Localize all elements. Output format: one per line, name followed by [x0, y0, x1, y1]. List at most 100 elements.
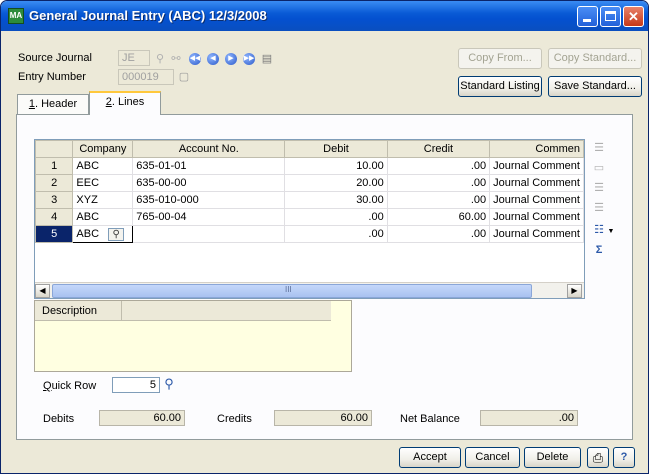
chevron-down-icon[interactable]: ▼: [607, 225, 615, 239]
comment-cell[interactable]: Journal Comment: [489, 157, 584, 175]
horizontal-scrollbar[interactable]: ◀ III ▶: [35, 282, 584, 298]
debit-cell[interactable]: 10.00: [284, 157, 388, 175]
description-box[interactable]: Description: [34, 300, 352, 372]
link-icon[interactable]: ⚯: [169, 52, 183, 66]
company-cell[interactable]: ABC: [72, 157, 134, 175]
move-down-icon[interactable]: ☰: [592, 201, 606, 215]
credits-total: 60.00: [274, 410, 372, 426]
insert-row-icon[interactable]: ☰: [592, 141, 606, 155]
comment-cell[interactable]: Journal Comment: [489, 191, 584, 209]
entry-number-label: Entry Number: [18, 71, 86, 83]
tab-header[interactable]: 1. Header: [17, 94, 89, 114]
lines-grid[interactable]: Company Account No. Debit Credit Commen …: [34, 139, 585, 299]
maximize-icon: [605, 11, 616, 21]
previous-record-icon[interactable]: ◀: [207, 53, 219, 65]
table-row[interactable]: 2 EEC 635-00-00 20.00 .00 Journal Commen…: [35, 174, 584, 192]
account-cell[interactable]: [132, 225, 286, 243]
credit-cell[interactable]: .00: [386, 225, 491, 243]
lookup-icon[interactable]: ⚲: [153, 52, 167, 66]
help-icon: ?: [620, 451, 628, 463]
net-balance-total: .00: [480, 410, 578, 426]
debit-cell[interactable]: 20.00: [284, 174, 388, 192]
calendar-icon[interactable]: ▤: [260, 52, 274, 66]
move-up-icon[interactable]: ☰: [592, 181, 606, 195]
scroll-right-icon[interactable]: ▶: [567, 284, 582, 298]
maximize-button[interactable]: [600, 6, 621, 27]
row-number[interactable]: 3: [35, 191, 74, 209]
credit-cell[interactable]: .00: [386, 174, 491, 192]
title-bar[interactable]: MA General Journal Entry (ABC) 12/3/2008…: [1, 1, 648, 31]
account-cell[interactable]: 765-00-04: [132, 208, 286, 226]
printer-icon: ⎙: [592, 450, 604, 465]
quick-row-field[interactable]: 5: [112, 377, 160, 393]
standard-listing-button[interactable]: Standard Listing: [458, 76, 542, 97]
minimize-icon: [583, 19, 591, 22]
credit-column-header[interactable]: Credit: [386, 140, 491, 158]
comment-cell[interactable]: Journal Comment: [489, 208, 584, 226]
save-standard-button[interactable]: Save Standard...: [548, 76, 642, 97]
quick-row-search-icon[interactable]: ⚲: [162, 377, 176, 391]
scroll-thumb[interactable]: III: [52, 284, 532, 298]
table-row-selected[interactable]: 5 ABC ⚲ .00 .00 Journal Comment: [35, 225, 584, 243]
close-button[interactable]: ✕: [623, 6, 644, 27]
debit-cell[interactable]: .00: [284, 225, 388, 243]
tab-lines[interactable]: 2. Lines: [89, 91, 161, 115]
company-cell[interactable]: XYZ: [72, 191, 134, 209]
quick-row-label: Quick Row: [43, 380, 97, 392]
source-journal-label: Source Journal: [18, 52, 92, 64]
table-row[interactable]: 1 ABC 635-01-01 10.00 .00 Journal Commen…: [35, 157, 584, 175]
table-row[interactable]: 4 ABC 765-00-04 .00 60.00 Journal Commen…: [35, 208, 584, 226]
grid-header-row: Company Account No. Debit Credit Commen: [35, 140, 584, 158]
delete-row-icon[interactable]: ▭: [592, 161, 606, 175]
description-header: Description: [35, 301, 331, 321]
comment-column-header[interactable]: Commen: [489, 140, 584, 158]
table-row[interactable]: 3 XYZ 635-010-000 30.00 .00 Journal Comm…: [35, 191, 584, 209]
comment-cell[interactable]: Journal Comment: [489, 174, 584, 192]
general-journal-entry-window: MA General Journal Entry (ABC) 12/3/2008…: [0, 0, 649, 474]
window-title: General Journal Entry (ABC) 12/3/2008: [29, 8, 267, 23]
entry-number-field[interactable]: 000019: [118, 69, 174, 85]
first-record-icon[interactable]: ◀◀: [189, 53, 201, 65]
account-cell[interactable]: 635-00-00: [132, 174, 286, 192]
source-journal-field[interactable]: JE: [118, 50, 150, 66]
totals-icon[interactable]: Σ: [592, 243, 606, 257]
account-column-header[interactable]: Account No.: [132, 140, 286, 158]
company-column-header[interactable]: Company: [72, 140, 134, 158]
credit-cell[interactable]: .00: [386, 157, 491, 175]
account-cell[interactable]: 635-010-000: [132, 191, 286, 209]
next-number-icon[interactable]: ▢: [177, 70, 191, 84]
debit-column-header[interactable]: Debit: [284, 140, 388, 158]
account-cell[interactable]: 635-01-01: [132, 157, 286, 175]
row-number[interactable]: 2: [35, 174, 74, 192]
delete-button[interactable]: Delete: [524, 447, 581, 468]
debits-total: 60.00: [99, 410, 185, 426]
row-number[interactable]: 5: [35, 225, 74, 243]
credit-cell[interactable]: 60.00: [386, 208, 491, 226]
copy-standard-button[interactable]: Copy Standard...: [548, 48, 642, 69]
scroll-left-icon[interactable]: ◀: [35, 284, 50, 298]
company-cell-editing[interactable]: ABC ⚲: [72, 225, 134, 243]
print-button[interactable]: ⎙: [587, 447, 609, 468]
comment-cell[interactable]: Journal Comment: [489, 225, 584, 243]
row-number[interactable]: 4: [35, 208, 74, 226]
credit-cell[interactable]: .00: [386, 191, 491, 209]
debit-cell[interactable]: 30.00: [284, 191, 388, 209]
cancel-button[interactable]: Cancel: [465, 447, 520, 468]
customize-grid-icon[interactable]: ☷: [592, 223, 606, 237]
credits-label: Credits: [217, 413, 252, 425]
accept-button[interactable]: Accept: [399, 447, 461, 468]
debits-label: Debits: [43, 413, 75, 425]
lookup-icon[interactable]: ⚲: [108, 227, 125, 241]
copy-from-button[interactable]: Copy From...: [458, 48, 542, 69]
minimize-button[interactable]: [577, 6, 598, 27]
row-number-header: [35, 140, 74, 158]
debit-cell[interactable]: .00: [284, 208, 388, 226]
company-cell[interactable]: EEC: [72, 174, 134, 192]
close-icon: ✕: [628, 9, 639, 24]
last-record-icon[interactable]: ▶▶: [243, 53, 255, 65]
next-record-icon[interactable]: ▶: [225, 53, 237, 65]
net-balance-label: Net Balance: [400, 413, 460, 425]
help-button[interactable]: ?: [613, 447, 635, 468]
company-cell[interactable]: ABC: [72, 208, 134, 226]
row-number[interactable]: 1: [35, 157, 74, 175]
